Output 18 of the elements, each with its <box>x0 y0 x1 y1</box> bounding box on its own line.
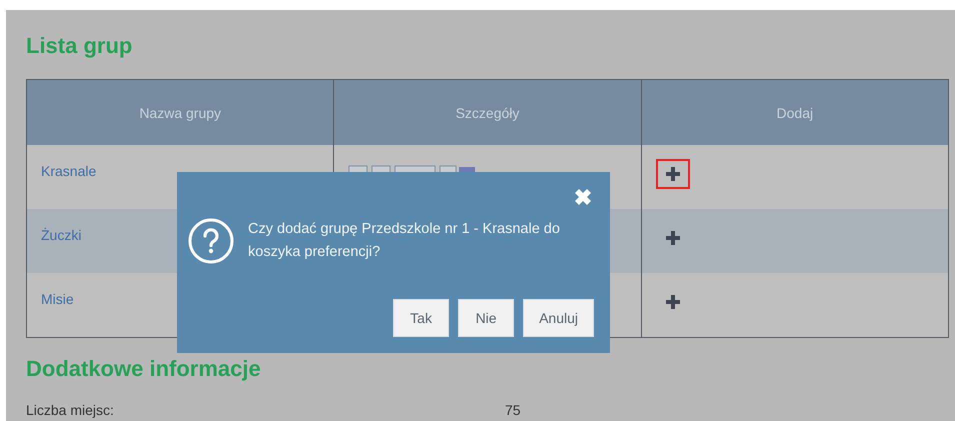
dialog-message: Czy dodać grupę Przedszkole nr 1 - Krasnale do koszyka preferencji? <box>248 220 561 262</box>
plus-icon <box>664 294 681 310</box>
field-value: 75 <box>505 402 522 418</box>
section-heading: Lista grup <box>26 33 134 59</box>
group-link[interactable]: Krasnale <box>41 163 96 179</box>
plus-icon <box>664 166 681 182</box>
field-label: Liczba miejsc: <box>26 402 115 418</box>
question-icon <box>188 218 234 264</box>
section-heading: Dodatkowe informacje <box>26 356 262 382</box>
dialog-button[interactable]: Tak <box>393 299 450 337</box>
column-header: Nazwa grupy <box>26 80 334 145</box>
add-button[interactable] <box>656 159 690 189</box>
column-header: Dodaj <box>641 80 948 145</box>
group-link[interactable]: Misie <box>41 291 74 307</box>
dialog-button[interactable]: Anuluj <box>523 299 594 337</box>
dialog-button[interactable]: Nie <box>458 299 514 337</box>
column-header: Szczegóły <box>334 80 642 145</box>
plus-icon <box>664 230 681 246</box>
